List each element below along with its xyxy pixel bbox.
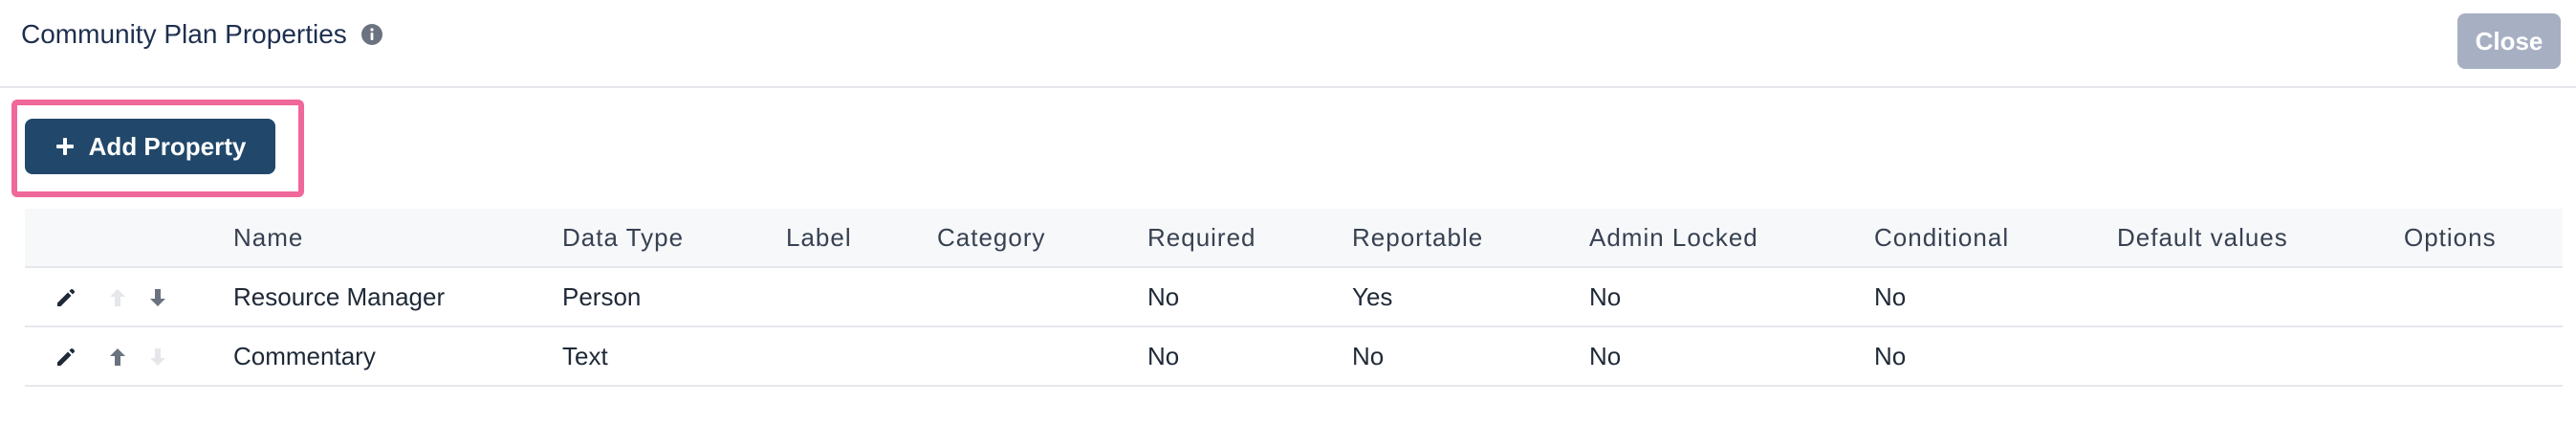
- close-button[interactable]: Close: [2457, 13, 2561, 69]
- cell-admin-locked: No: [1589, 341, 1622, 370]
- column-header-name[interactable]: Name: [233, 209, 303, 266]
- column-header-data-type[interactable]: Data Type: [562, 209, 684, 266]
- column-header-options[interactable]: Options: [2404, 209, 2497, 266]
- cell-conditional: No: [1874, 281, 1907, 311]
- cell-reportable: No: [1352, 341, 1385, 370]
- cell-required: No: [1147, 341, 1180, 370]
- column-header-required[interactable]: Required: [1147, 209, 1256, 266]
- cell-conditional: No: [1874, 341, 1907, 370]
- edit-pencil-icon[interactable]: [54, 345, 78, 370]
- column-header-default-values[interactable]: Default values: [2117, 209, 2288, 266]
- column-header-label[interactable]: Label: [786, 209, 852, 266]
- column-header-category[interactable]: Category: [937, 209, 1046, 266]
- move-up-arrow-icon[interactable]: [105, 345, 130, 370]
- add-property-button[interactable]: Add Property: [25, 119, 275, 174]
- cell-data-type: Text: [562, 341, 608, 370]
- cell-reportable: Yes: [1352, 281, 1393, 311]
- dialog-title: Community Plan Properties: [21, 17, 383, 52]
- column-header-reportable[interactable]: Reportable: [1352, 209, 1483, 266]
- cell-name: Commentary: [233, 341, 376, 370]
- cell-name: Resource Manager: [233, 281, 446, 311]
- add-property-label: Add Property: [88, 131, 247, 161]
- table-header-row: Name Data Type Label Category Required R…: [25, 209, 2563, 268]
- column-header-conditional[interactable]: Conditional: [1874, 209, 2009, 266]
- dialog-header: Community Plan Properties Close: [0, 0, 2576, 88]
- move-down-arrow-icon[interactable]: [145, 285, 170, 310]
- move-down-arrow-icon: [145, 345, 170, 370]
- table-row: Commentary Text No No No No: [25, 327, 2563, 387]
- cell-admin-locked: No: [1589, 281, 1622, 311]
- cell-required: No: [1147, 281, 1180, 311]
- dialog-title-text: Community Plan Properties: [21, 19, 347, 49]
- properties-table: Name Data Type Label Category Required R…: [25, 209, 2563, 387]
- table-row: Resource Manager Person No Yes No No: [25, 268, 2563, 327]
- info-circle-icon[interactable]: [360, 23, 383, 46]
- column-header-admin-locked[interactable]: Admin Locked: [1589, 209, 1758, 266]
- edit-pencil-icon[interactable]: [54, 285, 78, 310]
- cell-data-type: Person: [562, 281, 642, 311]
- plus-icon: [55, 136, 76, 157]
- move-up-arrow-icon: [105, 285, 130, 310]
